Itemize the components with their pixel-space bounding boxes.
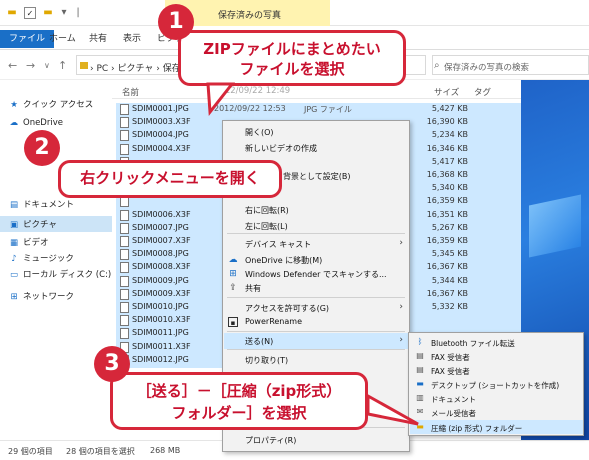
- callout-2: 右クリックメニューを開く: [58, 160, 282, 198]
- callout-2-line1: 右クリックメニューを開く: [80, 169, 260, 187]
- step-badge-1: 1: [158, 4, 194, 40]
- callout-3-line2: フォルダー］を選択: [171, 404, 307, 422]
- callout-3-line1: ［送る］－［圧縮（zip形式）: [136, 382, 342, 400]
- explorer-window: ▬ ✓ ▬ ▾ | 保存済みの写真 ファイル ホーム 共有 表示 ピクチャ ← …: [0, 0, 589, 460]
- callout-3: ［送る］－［圧縮（zip形式） フォルダー］を選択: [110, 372, 368, 430]
- callout-3-tail: [366, 393, 419, 426]
- callout-1-tail: [206, 82, 236, 116]
- step-badge-2: 2: [24, 130, 60, 166]
- step-badge-3: 3: [94, 346, 130, 382]
